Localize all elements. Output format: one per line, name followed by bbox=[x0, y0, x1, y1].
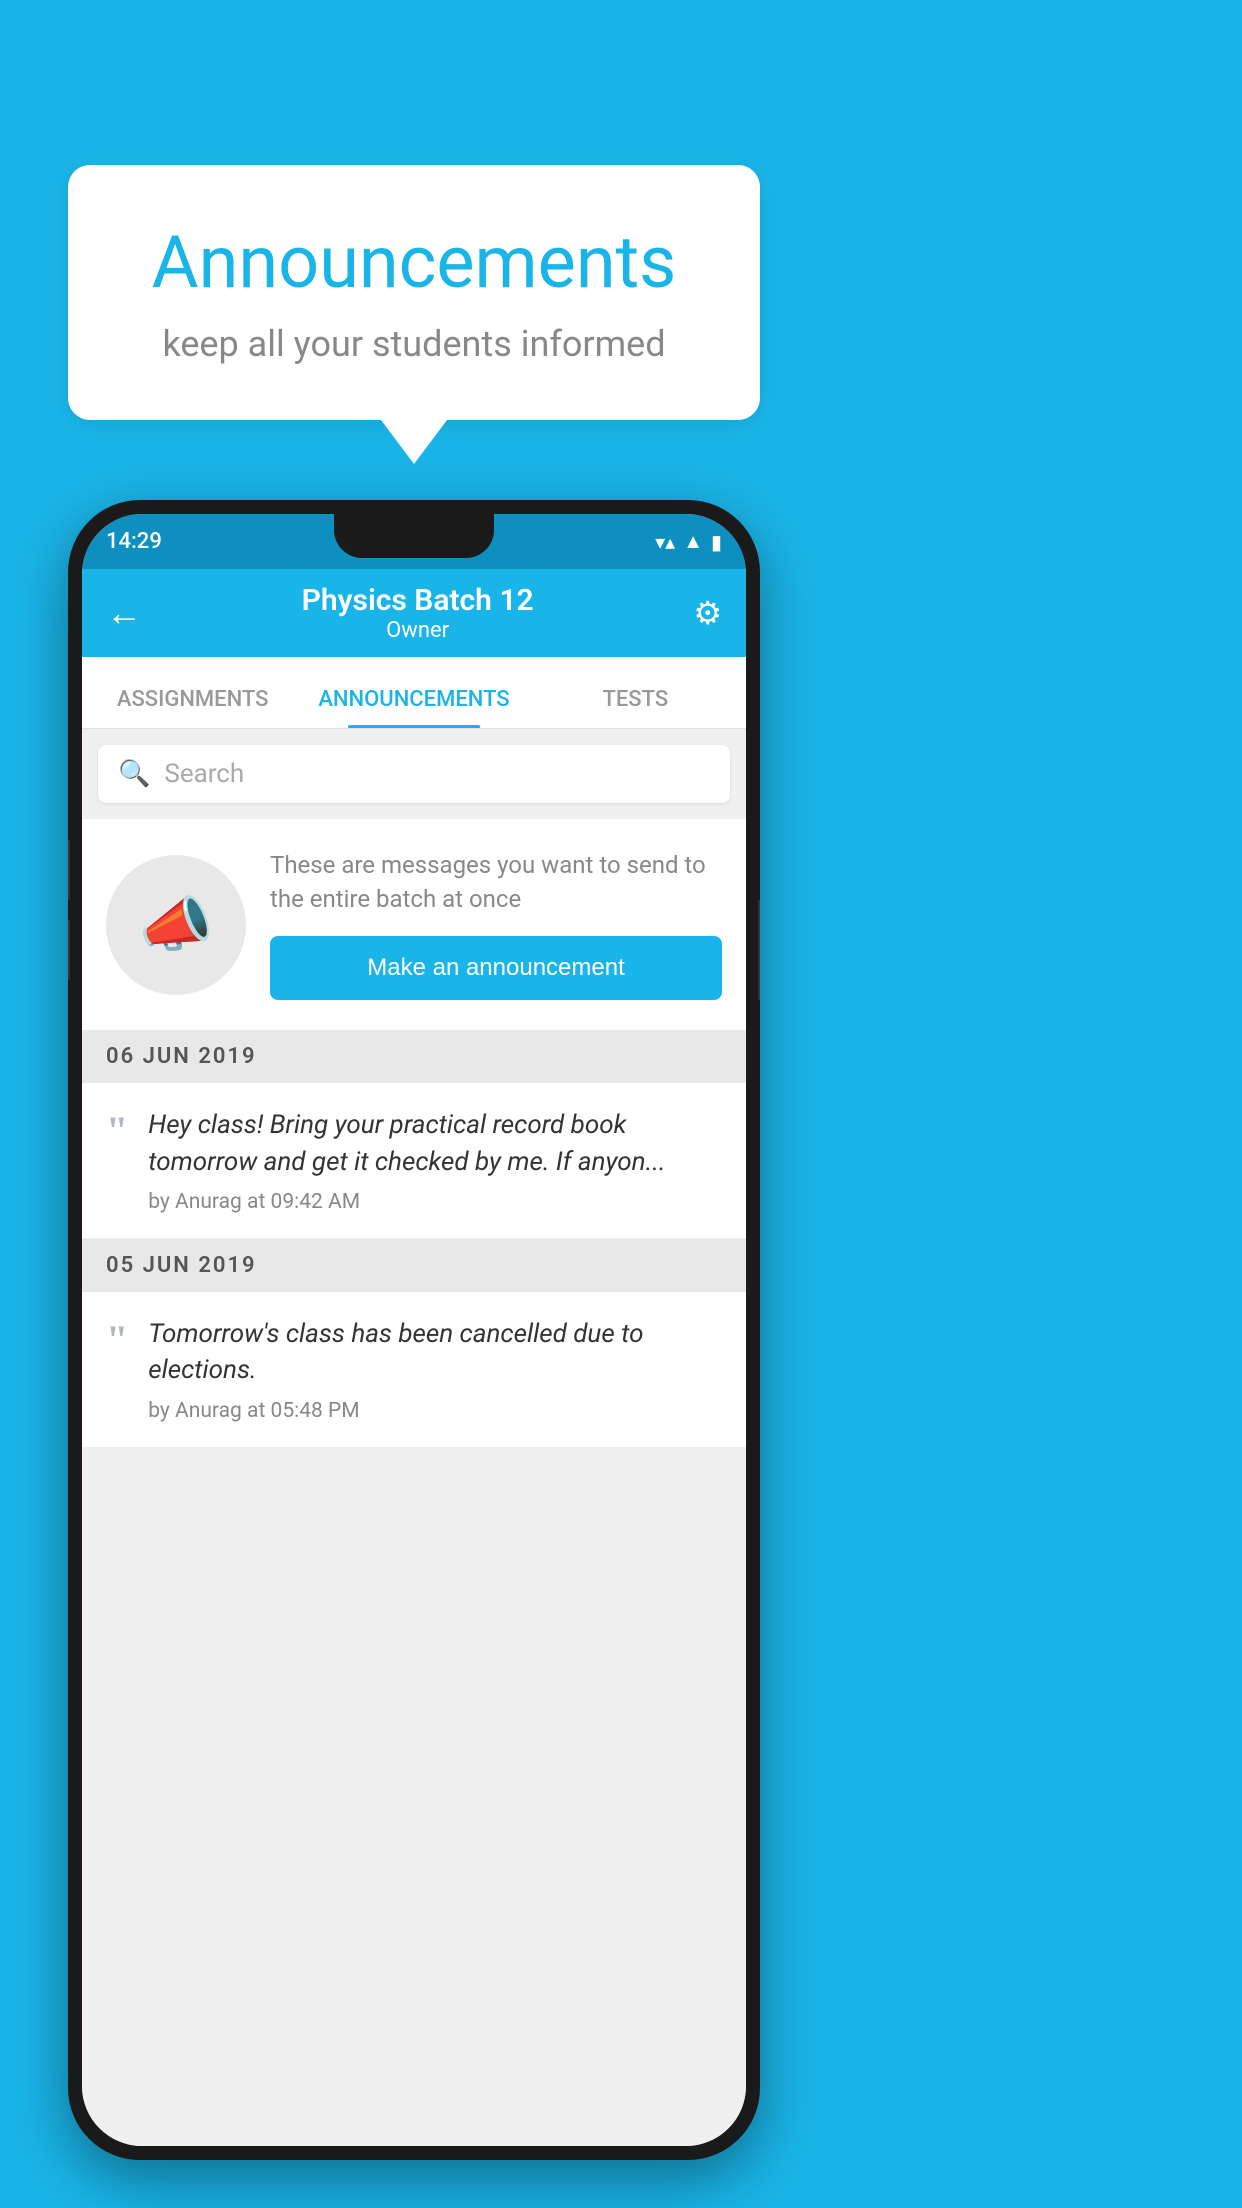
wifi-icon: ▾▴ bbox=[655, 530, 675, 554]
back-button[interactable]: ← bbox=[106, 592, 142, 634]
app-bar-subtitle: Owner bbox=[302, 618, 534, 643]
search-placeholder: Search bbox=[164, 759, 244, 789]
announcement-meta-1: by Anurag at 09:42 AM bbox=[148, 1190, 722, 1214]
status-icons: ▾▴ ▲ ▮ bbox=[655, 529, 722, 554]
announcement-item-2[interactable]: " Tomorrow's class has been cancelled du… bbox=[82, 1292, 746, 1448]
announcement-text-2: Tomorrow's class has been cancelled due … bbox=[148, 1316, 722, 1389]
signal-icon: ▲ bbox=[683, 529, 703, 554]
phone-screen: 14:29 ▾▴ ▲ ▮ ← Physics Batch 12 Owner ⚙ … bbox=[82, 514, 746, 2146]
app-bar: ← Physics Batch 12 Owner ⚙ bbox=[82, 569, 746, 657]
volume-down-button bbox=[68, 920, 70, 980]
power-button bbox=[758, 900, 760, 1000]
bubble-title: Announcements bbox=[128, 220, 700, 305]
tab-bar: ASSIGNMENTS ANNOUNCEMENTS TESTS bbox=[82, 657, 746, 729]
phone-notch bbox=[334, 514, 494, 558]
tab-assignments[interactable]: ASSIGNMENTS bbox=[82, 687, 303, 728]
app-bar-center: Physics Batch 12 Owner bbox=[302, 583, 534, 643]
search-bar[interactable]: 🔍 Search bbox=[98, 745, 730, 803]
make-announcement-button[interactable]: Make an announcement bbox=[270, 936, 722, 1000]
announcement-text-1: Hey class! Bring your practical record b… bbox=[148, 1107, 722, 1180]
app-bar-title: Physics Batch 12 bbox=[302, 583, 534, 618]
quote-icon-1: " bbox=[106, 1111, 128, 1151]
announcement-item-1[interactable]: " Hey class! Bring your practical record… bbox=[82, 1083, 746, 1239]
megaphone-icon: 📣 bbox=[139, 889, 214, 960]
content-area: 🔍 Search 📣 These are messages you want t… bbox=[82, 729, 746, 2146]
announcement-meta-2: by Anurag at 05:48 PM bbox=[148, 1399, 722, 1423]
promo-description: These are messages you want to send to t… bbox=[270, 849, 722, 916]
settings-button[interactable]: ⚙ bbox=[693, 594, 722, 632]
announcement-content-1: Hey class! Bring your practical record b… bbox=[148, 1107, 722, 1214]
promo-content: These are messages you want to send to t… bbox=[270, 849, 722, 1000]
bubble-subtitle: keep all your students informed bbox=[128, 323, 700, 365]
date-separator-2: 05 JUN 2019 bbox=[82, 1239, 746, 1292]
quote-icon-2: " bbox=[106, 1320, 128, 1360]
tab-announcements[interactable]: ANNOUNCEMENTS bbox=[303, 687, 524, 728]
battery-icon: ▮ bbox=[711, 530, 722, 554]
promo-card: 📣 These are messages you want to send to… bbox=[82, 819, 746, 1030]
announcement-content-2: Tomorrow's class has been cancelled due … bbox=[148, 1316, 722, 1423]
status-time: 14:29 bbox=[106, 529, 162, 554]
speech-bubble-card: Announcements keep all your students inf… bbox=[68, 165, 760, 420]
phone-frame: 14:29 ▾▴ ▲ ▮ ← Physics Batch 12 Owner ⚙ … bbox=[68, 500, 760, 2160]
promo-icon-circle: 📣 bbox=[106, 855, 246, 995]
volume-up-button bbox=[68, 840, 70, 900]
date-separator-1: 06 JUN 2019 bbox=[82, 1030, 746, 1083]
tab-tests[interactable]: TESTS bbox=[525, 687, 746, 728]
search-icon: 🔍 bbox=[118, 759, 150, 789]
